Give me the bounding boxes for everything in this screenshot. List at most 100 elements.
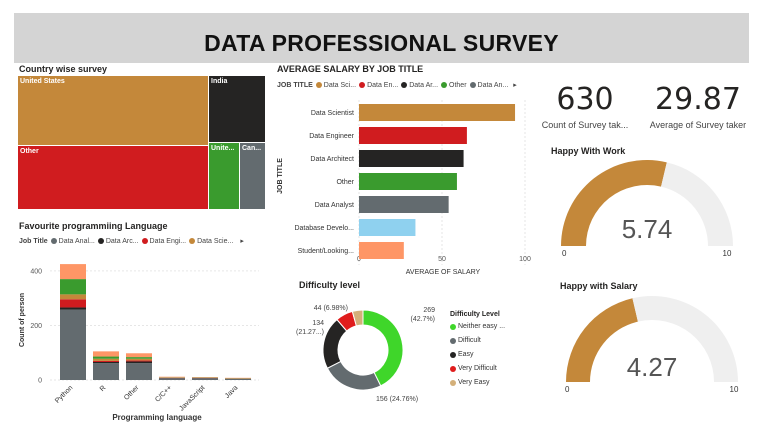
lang-chart-svg[interactable]: 0 200 400 Python R Other C/C++ JavaScript Java Pr… <box>14 250 272 430</box>
lang-x-tick: Other <box>123 384 141 402</box>
lang-bar-segment <box>60 264 86 280</box>
gauge-work-max: 10 <box>723 249 732 258</box>
gauge-work-svg[interactable]: 5.74 0 10 <box>548 156 752 264</box>
treemap-cell-canada[interactable]: Can... <box>240 143 266 210</box>
gauge-salary-svg[interactable]: 4.27 0 10 <box>552 290 754 398</box>
salary-y-tick: Data Analyst <box>315 202 354 209</box>
legend-label: Other <box>449 81 467 89</box>
gauge-work-title: Happy With Work <box>551 146 626 156</box>
country-treemap[interactable]: United States India Other Unite... Can..… <box>18 76 266 210</box>
legend-dot <box>441 82 448 88</box>
legend-dot <box>50 238 57 244</box>
age-card-label: Average of Survey taker <box>649 120 747 130</box>
donut-label-very-difficult: 44 (6.98%) <box>314 305 348 312</box>
treemap-cell-india[interactable]: India <box>209 76 266 143</box>
legend-dot <box>450 337 456 344</box>
gauge-salary-max: 10 <box>730 385 739 394</box>
lang-legend-item[interactable]: Data Arc... <box>97 238 139 245</box>
lang-legend-item[interactable]: Data Anal... <box>50 238 95 245</box>
salary-legend-item[interactable]: Data En... <box>359 82 398 89</box>
legend-dot <box>469 82 476 88</box>
legend-dot <box>359 82 366 88</box>
legend-dot <box>450 323 456 330</box>
difficulty-legend-item[interactable]: Very Difficult <box>450 365 540 372</box>
legend-label: Data Ar... <box>409 81 439 89</box>
lang-bar-segment <box>60 299 86 308</box>
lang-bar-segment <box>60 279 86 295</box>
salary-bar <box>359 127 467 144</box>
salary-legend-item[interactable]: Other <box>441 82 467 89</box>
difficulty-donut-svg[interactable]: 269 (42.7%) 156 (24.76%) 134 (21.27...) … <box>278 294 446 406</box>
difficulty-legend: Difficulty Level Neither easy ... Diffic… <box>450 311 540 393</box>
lang-bar-segment <box>126 357 152 359</box>
treemap-label: India <box>211 78 228 85</box>
salary-bar <box>359 150 464 167</box>
lang-y-tick: 200 <box>30 323 42 330</box>
difficulty-legend-item[interactable]: Very Easy <box>450 379 540 386</box>
lang-legend-next-icon[interactable]: ▸ <box>240 237 244 245</box>
lang-bar-segment <box>126 363 152 380</box>
legend-dot <box>450 379 456 386</box>
salary-y-tick: Other <box>336 179 354 186</box>
salary-bar <box>359 196 449 213</box>
gauge-work-min: 0 <box>562 249 567 258</box>
salary-legend: JOB TITLE Data Sci... Data En... Data Ar… <box>277 81 517 90</box>
donut-label-easy-pct: (21.27...) <box>296 329 324 336</box>
legend-dot <box>97 238 104 244</box>
legend-label: Data Sci... <box>323 81 357 89</box>
salary-legend-item[interactable]: Data Sci... <box>315 81 357 89</box>
lang-chart-title: Favourite programmiing Language <box>19 221 168 231</box>
salary-bar <box>359 219 416 236</box>
treemap-cell-other[interactable]: Other <box>18 146 209 210</box>
lang-legend-item[interactable]: Data Engi... <box>141 237 187 245</box>
salary-y-tick: Database Develo... <box>294 225 354 232</box>
lang-bar-segment <box>93 351 119 357</box>
salary-legend-title: JOB TITLE <box>277 81 313 89</box>
lang-x-label: Programming language <box>112 413 202 422</box>
lang-bar-segment <box>159 378 185 380</box>
salary-x-tick: 100 <box>519 256 531 263</box>
legend-dot <box>401 82 408 88</box>
salary-legend-next-icon[interactable]: ▸ <box>513 81 517 89</box>
lang-legend: Job Title Data Anal... Data Arc... Data … <box>19 237 244 246</box>
lang-bar-segment <box>192 378 218 380</box>
lang-bar-segment <box>126 358 152 361</box>
lang-bar-segment <box>60 307 86 310</box>
legend-label: Data En... <box>367 81 399 89</box>
lang-bar-segment <box>60 309 86 380</box>
legend-label: Data Engi... <box>149 237 187 245</box>
lang-bar-segment <box>126 360 152 362</box>
lang-bar-segment <box>225 378 251 380</box>
donut-label-neither: 269 <box>423 307 435 314</box>
lang-bar-segment <box>126 361 152 364</box>
lang-bar-segment <box>93 362 119 364</box>
treemap-label: United States <box>20 78 65 85</box>
salary-legend-item[interactable]: Data Ar... <box>401 82 438 89</box>
gauge-salary-min: 0 <box>565 385 570 394</box>
donut-slice <box>326 360 382 391</box>
treemap-cell-united-kingdom[interactable]: Unite... <box>209 143 240 210</box>
salary-y-tick: Data Architect <box>310 156 354 163</box>
difficulty-legend-item[interactable]: Difficult <box>450 337 540 344</box>
lang-legend-item[interactable]: Data Scie... <box>189 238 233 245</box>
difficulty-legend-item[interactable]: Neither easy ... <box>450 323 540 330</box>
count-card-value: 630 <box>556 82 614 117</box>
legend-label: Neither easy ... <box>458 323 506 330</box>
legend-label: Difficult <box>458 337 481 344</box>
lang-y-label: Count of person <box>19 293 26 347</box>
legend-label: Data An... <box>477 81 509 89</box>
treemap-label: Unite... <box>211 145 235 152</box>
legend-dot <box>315 82 322 88</box>
salary-chart-svg[interactable]: 0 50 100Data ScientistData EngineerData Ar… <box>272 94 534 280</box>
salary-legend-item[interactable]: Data An... <box>469 81 509 89</box>
lang-bar-segment <box>93 360 119 362</box>
salary-chart-title: AVERAGE SALARY BY JOB TITLE <box>277 64 424 74</box>
lang-bar-segment <box>159 376 185 378</box>
lang-legend-title: Job Title <box>19 237 48 245</box>
gauge-salary-value: 4.27 <box>627 352 678 382</box>
lang-bar-segment <box>93 356 119 359</box>
donut-label-neither-pct: (42.7%) <box>410 316 435 323</box>
treemap-cell-united-states[interactable]: United States <box>18 76 209 146</box>
lang-x-tick: JavaScript <box>178 384 206 412</box>
difficulty-legend-item[interactable]: Easy <box>450 351 540 358</box>
